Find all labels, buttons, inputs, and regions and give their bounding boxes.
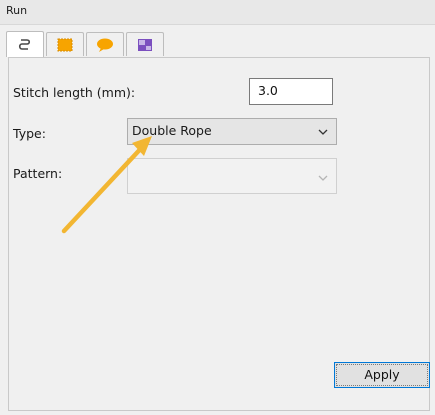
annotation-arrow-icon xyxy=(61,136,152,234)
run-panel: Run Stitch length (mm): 3.0 Type: Double… xyxy=(0,0,435,415)
